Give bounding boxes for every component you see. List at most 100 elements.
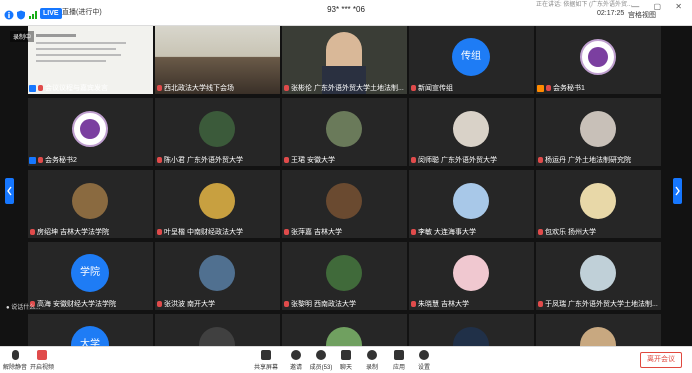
participant-name: 张萍嘉 吉林大学 [291, 229, 342, 236]
mic-muted-icon [157, 229, 162, 236]
mic-muted-icon [284, 157, 289, 164]
host-icon [29, 156, 36, 164]
participant-tile[interactable]: 朱晓慧 吉林大学 [409, 242, 534, 310]
participant-tile[interactable]: 房绍坤 吉林大学法学院 [28, 170, 153, 238]
school-logo [580, 39, 616, 75]
participant-tile[interactable]: 叶呈楷 中南财经政法大学 [155, 170, 280, 238]
participant-name: 杨运丹 广外土地法制研究院 [545, 157, 631, 164]
avatar [580, 255, 616, 291]
mic-muted-icon [411, 301, 416, 308]
mic-muted-icon [284, 85, 289, 92]
mic-muted-icon [538, 301, 543, 308]
avatar [326, 255, 362, 291]
text-avatar: 传组 [452, 38, 490, 76]
participant-name-bar: 朱晓慧 吉林大学 [409, 300, 534, 310]
participant-tile[interactable]: 杨运丹 广外土地法制研究院 [536, 98, 661, 166]
avatar [453, 327, 489, 346]
share-screen-icon [261, 350, 271, 360]
apps-icon [394, 350, 404, 360]
participant-name: 包欢乐 扬州大学 [545, 229, 596, 236]
participant-tile[interactable]: 大学 [28, 314, 153, 346]
chat-icon [341, 350, 351, 360]
mic-muted-icon [30, 229, 35, 236]
mic-muted-icon [538, 229, 543, 236]
participant-name: 张黎明 西南政法大学 [291, 301, 356, 308]
co-host-icon [537, 84, 544, 92]
participant-tile[interactable]: 闵师聪 广东外语外贸大学 [409, 98, 534, 166]
window-controls[interactable]: — ▢ ✕ [631, 2, 688, 11]
avatar [199, 327, 235, 346]
participant-name-bar: 张黎明 西南政法大学 [282, 300, 407, 310]
participant-tile[interactable]: 学院 高海 安徽财经大学法学院 [28, 242, 153, 310]
record-button[interactable]: 录制 [357, 350, 387, 371]
participant-tile[interactable] [155, 314, 280, 346]
participant-tile[interactable] [409, 314, 534, 346]
participant-tile[interactable]: 张黎明 西南政法大学 [282, 242, 407, 310]
participant-name-bar: 张彬伦 广东外语外贸大学土地法制... [282, 84, 407, 94]
participant-name-bar: 高海 安徽财经大学法学院 [28, 300, 153, 310]
participant-name-bar: 包欢乐 扬州大学 [536, 228, 661, 238]
avatar [326, 327, 362, 346]
recording-indicator: 录制中 [10, 31, 35, 42]
settings-button[interactable]: 设置 [409, 350, 439, 371]
mic-muted-icon [157, 301, 162, 308]
participant-grid: 会议议程与嘉宾发言 西北政法大学线下会场 张彬伦 广东外语外贸大学土地法制... 传组… [0, 26, 692, 346]
meeting-toolbar: 解除静音 开启视频 共享屏幕 邀请 成员(53) 聊天 录制 应用 设置 离开会… [0, 346, 692, 373]
camera-icon [37, 350, 47, 360]
chat-preview[interactable]: ● 说话什么... [6, 302, 40, 311]
invite-icon [291, 350, 301, 360]
leave-meeting-button[interactable]: 离开会议 [640, 352, 682, 368]
participant-tile[interactable]: 会务秘书2 [28, 98, 153, 166]
mic-muted-icon [38, 157, 43, 164]
participant-tile[interactable]: 会务秘书1 [536, 26, 661, 94]
participant-tile[interactable]: 张洪波 南开大学 [155, 242, 280, 310]
participant-name-bar: 王珺 安徽大学 [282, 156, 407, 166]
avatar [199, 255, 235, 291]
participant-tile[interactable]: 西北政法大学线下会场 [155, 26, 280, 94]
mic-muted-icon [411, 85, 416, 92]
next-page-button[interactable] [673, 178, 682, 204]
participant-tile[interactable]: 张彬伦 广东外语外贸大学土地法制... [282, 26, 407, 94]
avatar [199, 111, 235, 147]
participant-name-bar: 杨运丹 广外土地法制研究院 [536, 156, 661, 166]
participant-tile[interactable]: 李敏 大连海事大学 [409, 170, 534, 238]
participant-name: 王珺 安徽大学 [291, 157, 335, 164]
chevron-right-icon [675, 186, 680, 196]
view-mode-button[interactable]: 宫格视图 [628, 10, 656, 20]
participant-name-bar: 西北政法大学线下会场 [155, 84, 280, 94]
share-screen-button[interactable]: 共享屏幕 [251, 350, 281, 371]
microphone-icon [11, 350, 19, 360]
start-video-button[interactable]: 开启视频 [27, 350, 57, 371]
participant-tile[interactable] [282, 314, 407, 346]
participant-name-bar: 陈小君 广东外语外贸大学 [155, 156, 280, 166]
participant-tile[interactable]: 传组 新闻宣传组 [409, 26, 534, 94]
participant-tile[interactable]: 张萍嘉 吉林大学 [282, 170, 407, 238]
participant-tile[interactable]: 于凤瑞 广东外语外贸大学土地法制... [536, 242, 661, 310]
avatar [453, 111, 489, 147]
chevron-left-icon [7, 186, 12, 196]
participant-name-bar: 张洪波 南开大学 [155, 300, 280, 310]
school-logo [72, 111, 108, 147]
speaking-tip: 正在讲话: 依据如下 (广东外语外贸... [536, 2, 633, 8]
participant-tile[interactable]: 王珺 安徽大学 [282, 98, 407, 166]
participant-name: 会务秘书2 [45, 157, 77, 164]
participant-name: 会务秘书1 [553, 85, 585, 92]
participant-name-bar: 新闻宣传组 [409, 84, 534, 94]
mic-muted-icon [411, 157, 416, 164]
unmute-button[interactable]: 解除静音 [0, 350, 30, 371]
participant-name: 会议议程与嘉宾发言 [45, 85, 108, 92]
title-bar: LIVE 直播(进行中) 93* *** *06 正在讲话: 依据如下 (广东外… [0, 0, 692, 26]
participant-tile[interactable]: 会议议程与嘉宾发言 [28, 26, 153, 94]
participant-tile[interactable]: 陈小君 广东外语外贸大学 [155, 98, 280, 166]
participant-name: 朱晓慧 吉林大学 [418, 301, 469, 308]
prev-page-button[interactable] [5, 178, 14, 204]
mic-muted-icon [38, 85, 43, 92]
participant-tile[interactable] [536, 314, 661, 346]
participant-name: 叶呈楷 中南财经政法大学 [164, 229, 243, 236]
participant-tile[interactable]: 包欢乐 扬州大学 [536, 170, 661, 238]
avatar [580, 111, 616, 147]
avatar [326, 183, 362, 219]
participant-name: 陈小君 广东外语外贸大学 [164, 157, 243, 164]
participant-name: 张洪波 南开大学 [164, 301, 215, 308]
mic-muted-icon [157, 85, 162, 92]
